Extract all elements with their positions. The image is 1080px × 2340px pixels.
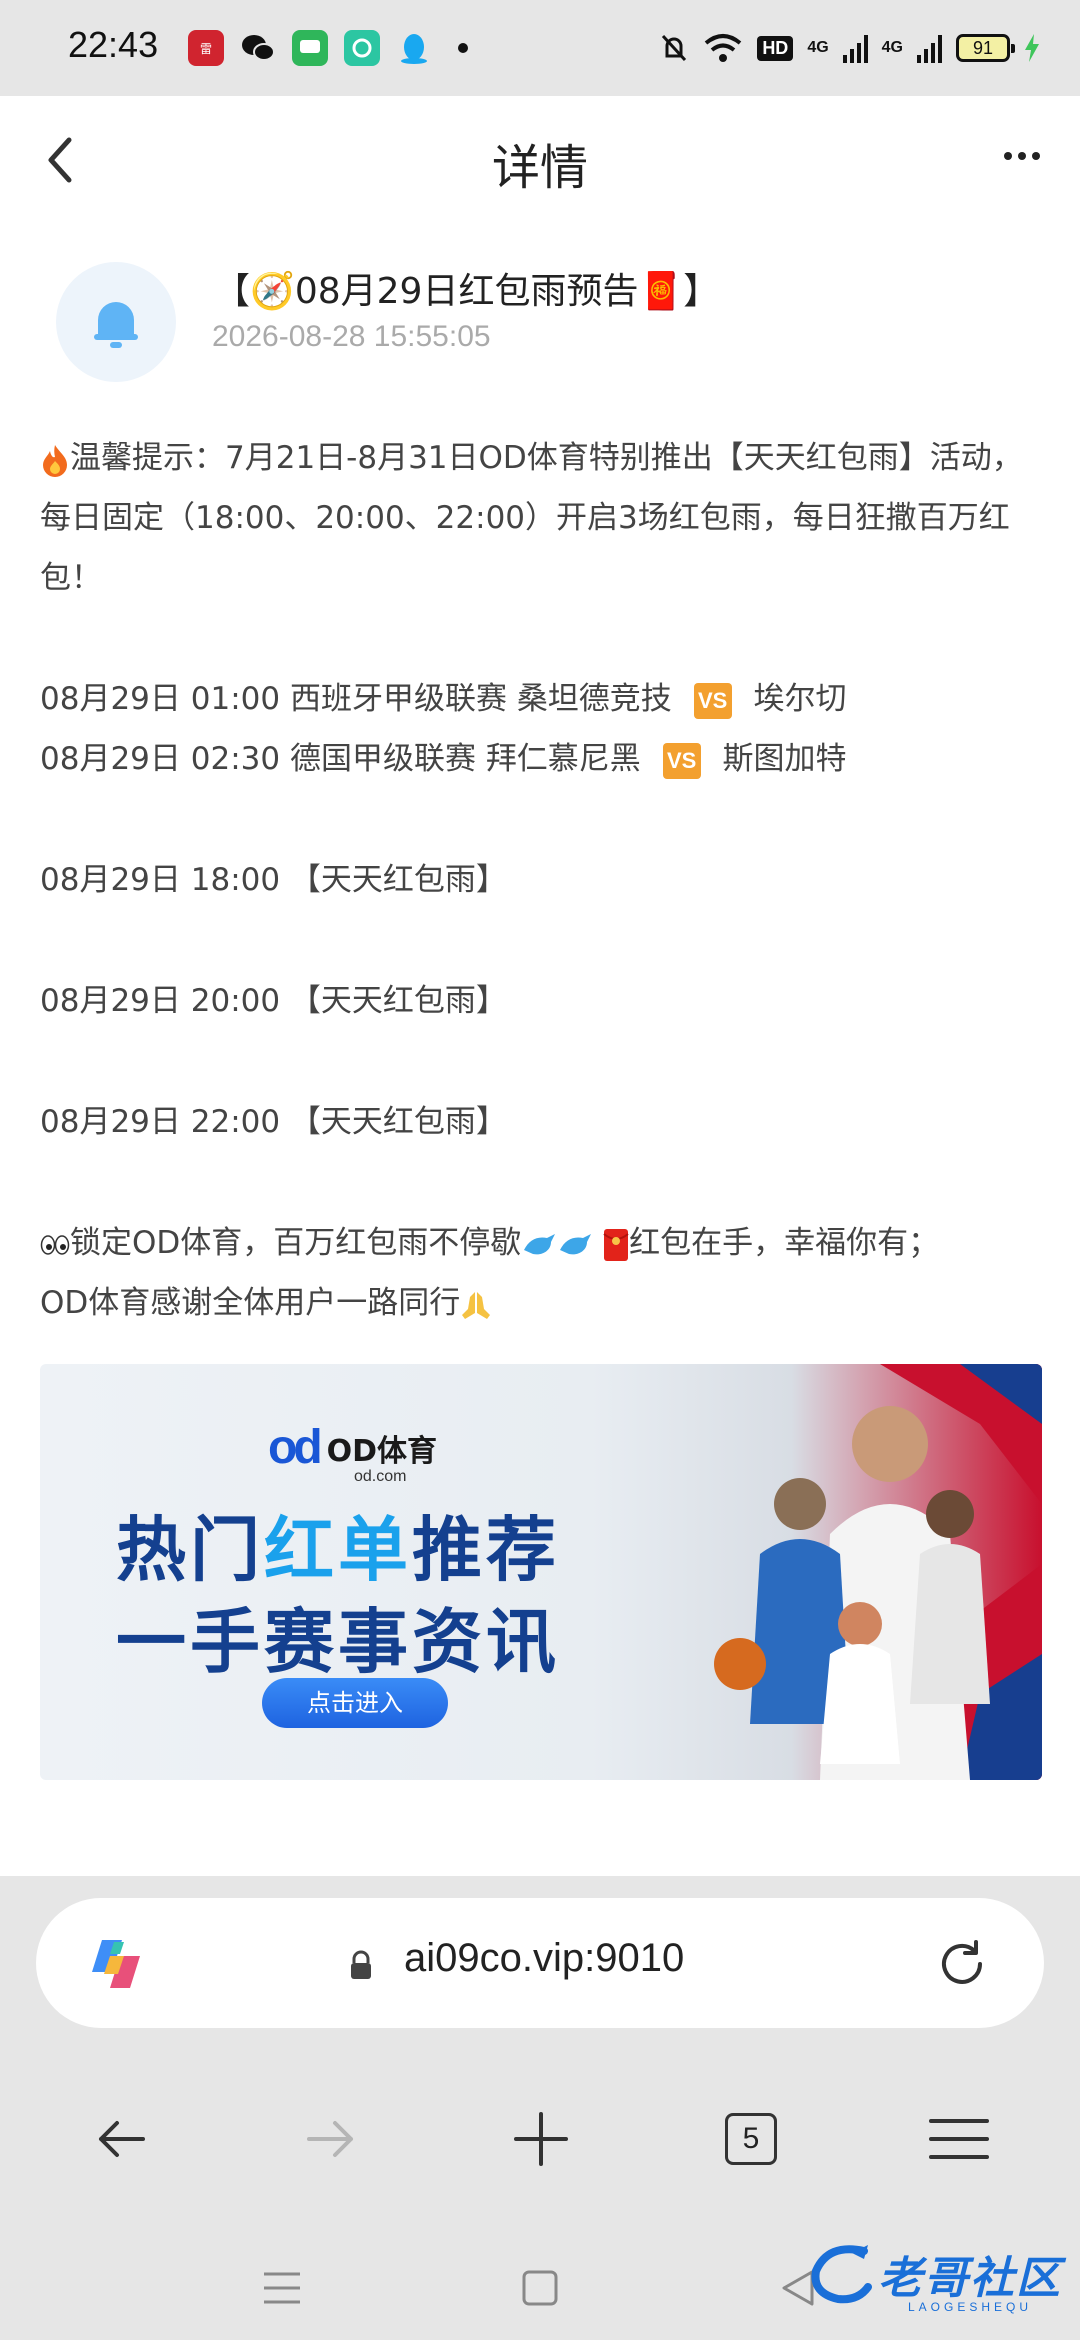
rain-event: 08月29日 22:00 【天天红包雨】 bbox=[40, 1104, 507, 1140]
mute-bell-icon bbox=[662, 34, 687, 62]
watermark-logo: 老哥社区 bbox=[808, 2242, 1062, 2306]
wifi-icon bbox=[705, 34, 742, 62]
more-notifications-dot bbox=[458, 43, 468, 53]
system-status: HD 4G 4G 91 bbox=[659, 28, 1040, 68]
arrow-right-icon bbox=[307, 2121, 353, 2157]
system-navigation-bar: 老哥社区 LAOGESHEQU bbox=[0, 2236, 1080, 2340]
copilot-icon[interactable] bbox=[84, 1932, 148, 1996]
logo-brand: OD体育 bbox=[326, 1433, 438, 1469]
network-label-2: 4G bbox=[881, 39, 903, 56]
match-time: 08月29日 02:30 bbox=[40, 741, 281, 777]
red-envelope-icon bbox=[603, 1228, 629, 1261]
browser-toolbar: ai09co.vip:9010 5 老哥社区 LAOGESHEQU bbox=[0, 1876, 1080, 2340]
athletes-artwork bbox=[714, 1364, 1042, 1780]
chat-app-icon bbox=[344, 30, 380, 66]
match-away-team: 斯图加特 bbox=[722, 741, 847, 777]
signal-icon-2 bbox=[917, 33, 942, 63]
page-title: 详情 bbox=[491, 140, 588, 196]
match-row: 08月29日 02:30 德国甲级联赛 拜仁慕尼黑 VS 斯图加特 bbox=[40, 729, 1040, 789]
promo-banner[interactable]: od OD体育 od.com 热门红单推荐 一手赛事资讯 点击进入 bbox=[40, 1364, 1042, 1780]
home-square-icon bbox=[522, 2270, 558, 2306]
match-home-team: 桑坦德竞技 bbox=[516, 681, 672, 717]
more-options-button[interactable] bbox=[1004, 152, 1040, 160]
hamburger-icon bbox=[929, 2119, 989, 2159]
notice-text: 温馨提示：7月21日-8月31日OD体育特别推出【天天红包雨】活动，每日固定（1… bbox=[40, 440, 1023, 596]
browser-nav-row: 5 bbox=[0, 2084, 1080, 2194]
battery-indicator: 91 bbox=[956, 34, 1015, 62]
notification-avatar bbox=[56, 262, 176, 382]
closing-text-1: 锁定OD体育，百万红包雨不停歇 bbox=[70, 1225, 522, 1261]
messages-app-icon bbox=[292, 30, 328, 66]
rain-event: 08月29日 20:00 【天天红包雨】 bbox=[40, 983, 507, 1019]
browser-back-button[interactable] bbox=[86, 2104, 156, 2174]
url-text[interactable]: ai09co.vip:9010 bbox=[404, 1936, 684, 1981]
rain-event: 08月29日 18:00 【天天红包雨】 bbox=[40, 862, 507, 898]
address-bar[interactable]: ai09co.vip:9010 bbox=[36, 1898, 1044, 2028]
tabs-button[interactable]: 5 bbox=[716, 2104, 786, 2174]
praying-hands-icon bbox=[462, 1291, 491, 1319]
app-header: 详情 bbox=[0, 96, 1080, 226]
match-away-team: 埃尔切 bbox=[753, 681, 847, 717]
match-row: 08月29日 01:00 西班牙甲级联赛 桑坦德竞技 VS 埃尔切 bbox=[40, 669, 1040, 729]
watermark-subtext: LAOGESHEQU bbox=[907, 2300, 1032, 2314]
banner-headline-2: 一手赛事资讯 bbox=[116, 1601, 560, 1683]
plus-icon bbox=[514, 2112, 568, 2166]
arrow-left-icon bbox=[99, 2121, 145, 2157]
new-tab-button[interactable] bbox=[506, 2104, 576, 2174]
status-bar: 22:43 雷 HD 4G 4G 91 bbox=[0, 0, 1080, 96]
closing-paragraph: 锁定OD体育，百万红包雨不停歇 红包在手，幸福你有； OD体育感谢全体用户一路同… bbox=[40, 1213, 1040, 1333]
news-app-icon: 雷 bbox=[188, 30, 224, 66]
od-logo-icon: od bbox=[268, 1421, 323, 1474]
dragon-logo-icon bbox=[811, 2245, 872, 2304]
logo-domain: od.com bbox=[354, 1468, 407, 1485]
reload-icon[interactable] bbox=[932, 1934, 992, 1994]
browser-forward-button[interactable] bbox=[296, 2104, 366, 2174]
match-league: 德国甲级联赛 bbox=[289, 741, 476, 777]
message-title: 【🧭08月29日红包雨预告🧧】 bbox=[214, 271, 720, 312]
hd-badge: HD bbox=[757, 35, 794, 61]
vs-badge: VS bbox=[693, 682, 732, 719]
network-label-1: 4G bbox=[807, 39, 829, 56]
qq-icon bbox=[396, 30, 432, 66]
bird-icon bbox=[560, 1233, 592, 1254]
lock-icon bbox=[351, 1950, 371, 1979]
enter-button[interactable]: 点击进入 bbox=[262, 1678, 448, 1728]
closing-text-3: OD体育感谢全体用户一路同行 bbox=[40, 1285, 461, 1321]
vs-badge: VS bbox=[662, 742, 701, 779]
notification-icons: 雷 bbox=[188, 30, 468, 66]
tab-count: 5 bbox=[725, 2113, 777, 2165]
bell-icon bbox=[94, 302, 138, 348]
match-time: 08月29日 01:00 bbox=[40, 681, 281, 717]
match-home-team: 拜仁慕尼黑 bbox=[485, 741, 641, 777]
status-time: 22:43 bbox=[68, 24, 159, 65]
wechat-icon bbox=[240, 30, 276, 66]
closing-text-2: 红包在手，幸福你有； bbox=[629, 1225, 940, 1261]
bird-icon bbox=[524, 1233, 556, 1254]
message-timestamp: 2026-08-28 15:55:05 bbox=[212, 320, 491, 353]
recents-icon bbox=[264, 2272, 300, 2304]
charging-icon bbox=[1025, 34, 1039, 62]
message-body: 温馨提示：7月21日-8月31日OD体育特别推出【天天红包雨】活动，每日固定（1… bbox=[40, 428, 1040, 1333]
home-button[interactable] bbox=[510, 2258, 570, 2318]
notice-paragraph: 温馨提示：7月21日-8月31日OD体育特别推出【天天红包雨】活动，每日固定（1… bbox=[40, 428, 1040, 608]
signal-icon-1 bbox=[842, 33, 868, 63]
watermark-text: 老哥社区 bbox=[878, 2253, 1062, 2304]
match-league: 西班牙甲级联赛 bbox=[289, 681, 507, 717]
banner-logo: od OD体育 bbox=[268, 1420, 437, 1475]
recent-apps-button[interactable] bbox=[252, 2258, 312, 2318]
banner-headline-1: 热门红单推荐 bbox=[116, 1509, 560, 1591]
eyes-icon bbox=[40, 1234, 70, 1255]
menu-button[interactable] bbox=[924, 2104, 994, 2174]
fire-icon bbox=[43, 444, 67, 477]
